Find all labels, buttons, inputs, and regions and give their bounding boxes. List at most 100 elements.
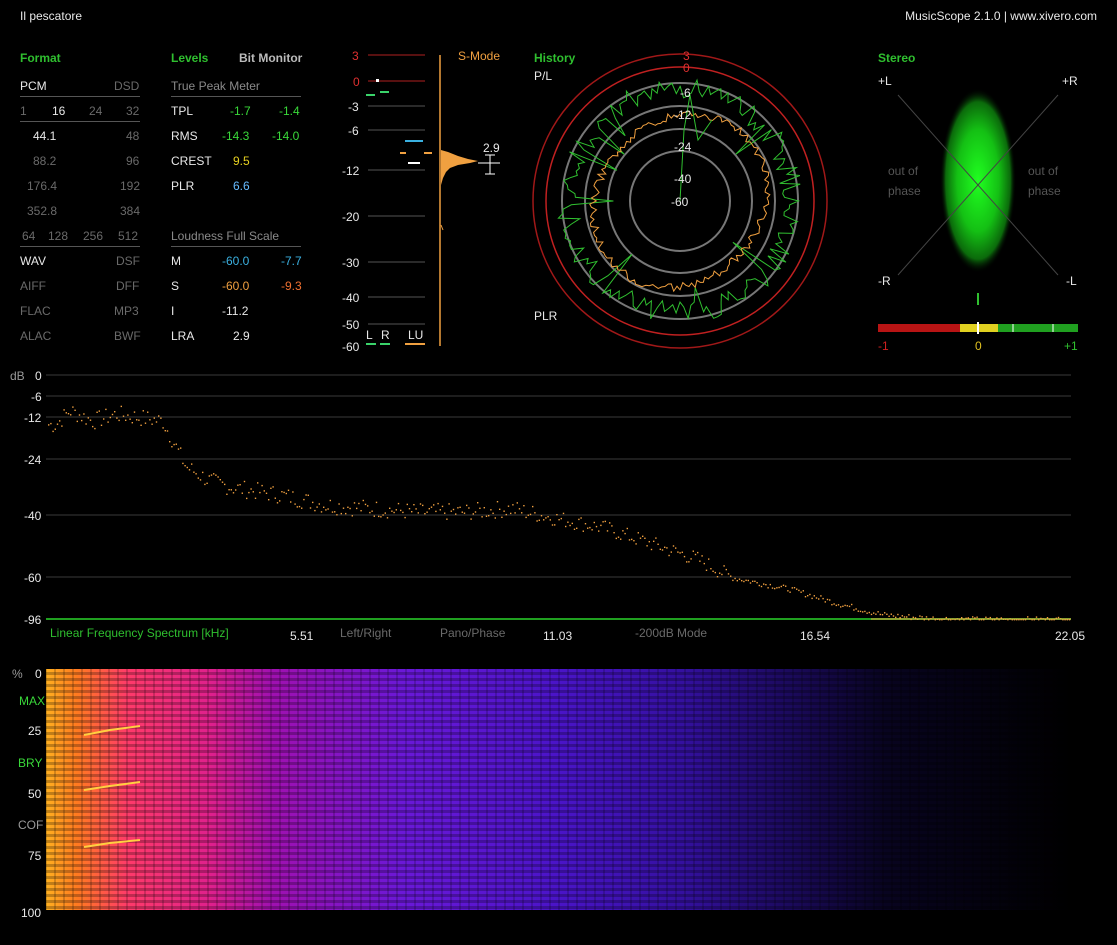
- pcm-label[interactable]: PCM: [20, 79, 47, 93]
- rate-352-8[interactable]: 352.8: [27, 204, 57, 218]
- spectrum-point: [862, 611, 864, 613]
- rate-48[interactable]: 48: [126, 129, 139, 143]
- file-dff[interactable]: DFF: [116, 279, 139, 293]
- spectrum-point: [844, 604, 846, 607]
- sg-y-75: 75: [28, 849, 42, 863]
- spectrum-point: [488, 515, 490, 517]
- spectrum-point: [820, 595, 822, 597]
- spectrum-point: [50, 422, 52, 425]
- spec-x-5-51: 5.51: [290, 629, 314, 643]
- dsd-128[interactable]: 128: [48, 229, 68, 243]
- spectrum-point: [349, 507, 351, 510]
- pano-phase-button[interactable]: Pano/Phase: [440, 626, 505, 640]
- spectrum-point: [303, 498, 305, 501]
- spectrum-point: [268, 499, 270, 501]
- file-dsf[interactable]: DSF: [116, 254, 140, 268]
- spectrum-point: [785, 585, 787, 587]
- spectrum-point: [899, 617, 901, 619]
- spectrum-point: [48, 424, 50, 426]
- spectrum-point: [320, 511, 323, 513]
- spectrum-point: [642, 535, 644, 537]
- spectrum-point: [92, 425, 94, 428]
- marker-cof[interactable]: COF: [18, 818, 43, 832]
- spectrum-point: [419, 503, 422, 505]
- corr-mid-label: 0: [975, 339, 982, 353]
- lra-bracket: [478, 154, 500, 175]
- spectrum-point: [710, 568, 712, 570]
- spectrum-point: [1009, 618, 1011, 620]
- s-value-b: -9.3: [281, 279, 302, 293]
- minus-200db-mode-button[interactable]: -200dB Mode: [635, 626, 707, 640]
- spectrum-point: [118, 419, 120, 422]
- left-right-button[interactable]: Left/Right: [340, 626, 391, 640]
- file-aiff[interactable]: AIFF: [20, 279, 46, 293]
- spectrum-point: [138, 419, 140, 421]
- spectrum-point: [298, 505, 301, 508]
- spectrum-point: [670, 551, 672, 553]
- file-flac[interactable]: FLAC: [20, 304, 51, 318]
- rate-44-1[interactable]: 44.1: [33, 129, 56, 143]
- marker-bry[interactable]: BRY: [18, 756, 42, 770]
- dsd-256[interactable]: 256: [83, 229, 103, 243]
- spectrum-point: [1020, 618, 1022, 621]
- spectrum-point: [582, 530, 584, 532]
- spectrum-point: [76, 420, 78, 423]
- spectrum-point: [868, 611, 870, 614]
- dsd-64[interactable]: 64: [22, 229, 35, 243]
- spec-y-m24: -24: [24, 453, 42, 467]
- file-bwf[interactable]: BWF: [114, 329, 141, 343]
- spectrum-point: [208, 475, 210, 477]
- dsd-label[interactable]: DSD: [114, 79, 139, 93]
- spectrum-point: [448, 503, 450, 505]
- spectrum-point: [340, 512, 342, 515]
- file-wav[interactable]: WAV: [20, 254, 46, 268]
- spectrum-title[interactable]: Linear Frequency Spectrum [kHz]: [50, 626, 229, 640]
- spectrum-point: [734, 577, 736, 580]
- spectrum-point: [470, 518, 472, 520]
- spectrum-point: [789, 591, 791, 593]
- spectrum-point: [406, 503, 408, 506]
- lra-value-label: 2.9: [483, 141, 500, 155]
- spectrum-point: [485, 515, 488, 517]
- rate-88-2[interactable]: 88.2: [33, 154, 56, 168]
- spectrum-point: [430, 506, 433, 508]
- spectrum-point: [664, 546, 666, 548]
- spectrum-point: [241, 492, 243, 494]
- spectrum-point: [1016, 619, 1018, 621]
- spectrum-point: [681, 551, 683, 553]
- marker-max[interactable]: MAX: [19, 694, 45, 708]
- spectrum-point: [925, 616, 928, 618]
- bit-monitor-tab[interactable]: Bit Monitor: [239, 51, 302, 65]
- spectrum-point: [870, 613, 873, 616]
- s-mode-button[interactable]: S-Mode: [458, 49, 500, 63]
- rate-384[interactable]: 384: [120, 204, 140, 218]
- bit-1[interactable]: 1: [20, 104, 27, 118]
- spectrum-point: [272, 486, 274, 488]
- spectrum-point: [952, 618, 954, 620]
- spectrum-point: [56, 423, 59, 425]
- spectrum-point: [259, 491, 261, 494]
- bit-24[interactable]: 24: [89, 104, 102, 118]
- out-of-left: out of: [888, 164, 919, 178]
- spectrum-point: [943, 618, 945, 620]
- rate-96[interactable]: 96: [126, 154, 139, 168]
- dsd-512[interactable]: 512: [118, 229, 138, 243]
- rate-192[interactable]: 192: [120, 179, 140, 193]
- spectrum-point: [826, 598, 829, 601]
- spectrum-point: [1066, 619, 1068, 621]
- spectrum-point: [378, 515, 380, 518]
- spectrum-point: [380, 516, 382, 518]
- spectrum-point: [490, 509, 492, 511]
- rate-176-4[interactable]: 176.4: [27, 179, 57, 193]
- bit-16[interactable]: 16: [52, 104, 65, 118]
- spectrum-point: [142, 410, 144, 412]
- file-mp3[interactable]: MP3: [114, 304, 139, 318]
- bit-32[interactable]: 32: [126, 104, 139, 118]
- spectrum-point: [719, 572, 721, 574]
- spectrum-point: [129, 418, 131, 420]
- spectrum-point: [914, 617, 917, 619]
- file-alac[interactable]: ALAC: [20, 329, 51, 343]
- spectrum-point: [441, 505, 444, 508]
- spectrum-point: [373, 515, 375, 517]
- spec-y-m6: -6: [31, 390, 42, 404]
